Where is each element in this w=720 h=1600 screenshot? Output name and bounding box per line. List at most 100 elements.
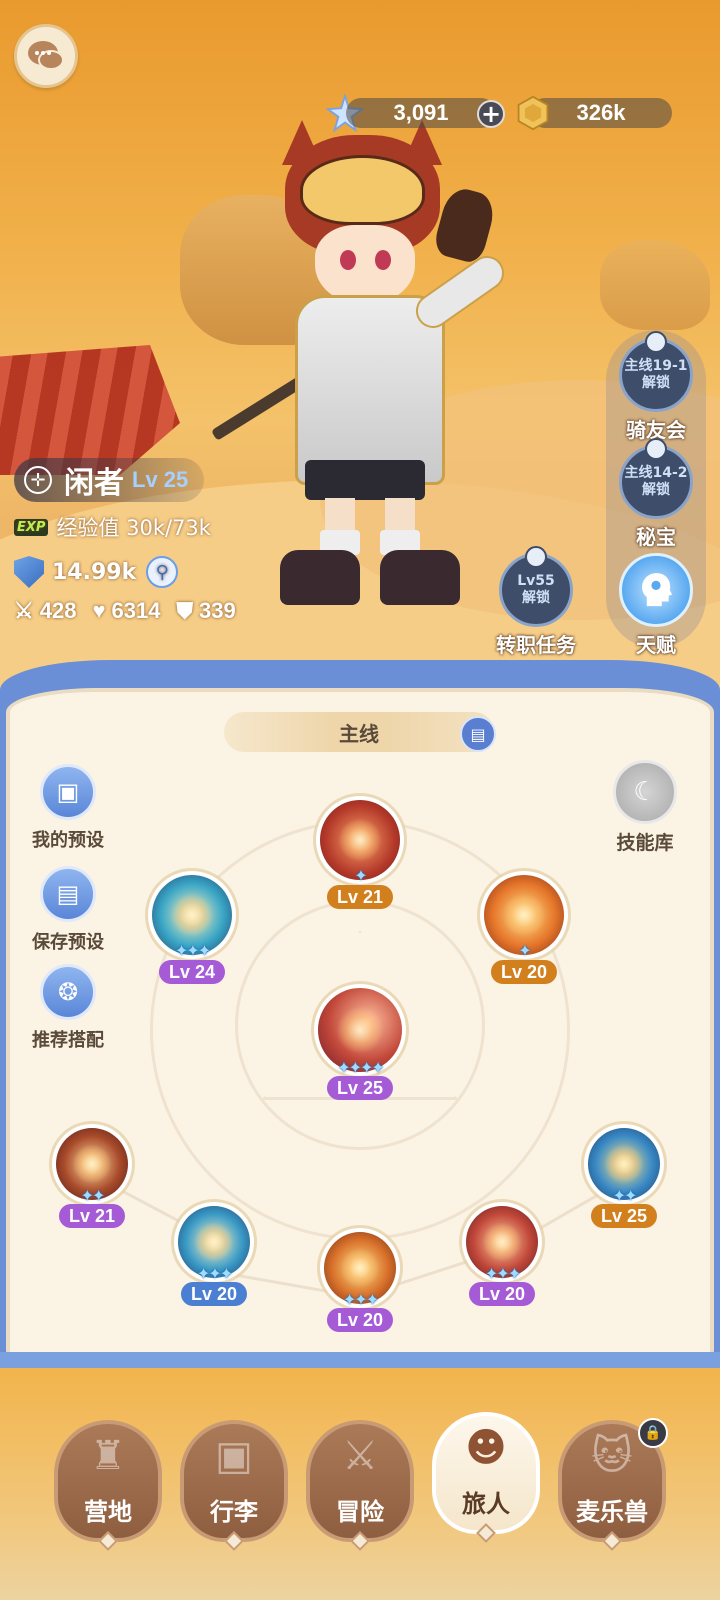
nav-pets-label: 麦乐兽 — [576, 1498, 648, 1526]
cards-icon: ▣ — [40, 764, 96, 820]
skill-slot-upper-left[interactable]: ✦✦✦ Lv 24 — [146, 875, 238, 984]
hp-value: 6314 — [111, 598, 161, 623]
recommended-build-button[interactable]: ❂ 推荐搭配 — [22, 964, 114, 1052]
crosshair-icon: ✛ — [24, 466, 52, 494]
chat-button[interactable] — [14, 24, 78, 88]
skill-level: Lv 21 — [326, 885, 394, 909]
tab-main-line-label: 主线 — [339, 721, 379, 746]
gems-value: 3,091 — [393, 100, 449, 125]
nav-traveler-label: 旅人 — [462, 1490, 510, 1518]
skill-stars: ✦✦ — [80, 1186, 106, 1205]
save-disk-icon: ▤ — [40, 866, 96, 922]
skill-slot-bottom-1[interactable]: ✦✦✦ Lv 20 — [172, 1206, 256, 1306]
skill-library-label: 技能库 — [616, 832, 674, 854]
skill-book-icon[interactable]: ▤ — [460, 716, 496, 752]
power-details-search-button[interactable]: ⚲ — [146, 556, 179, 588]
skill-level: Lv 20 — [490, 960, 558, 984]
player-name: 闲者 — [64, 466, 124, 501]
combat-power-value: 14.99k — [52, 559, 137, 585]
nav-luggage[interactable]: ▣ 行李 — [180, 1420, 288, 1551]
add-gems-button[interactable]: + — [477, 100, 505, 128]
skill-stars: ✦ — [518, 941, 531, 960]
gold-value: 326k — [576, 100, 626, 125]
unlock-text: 解锁 — [642, 482, 670, 498]
my-presets-label: 我的预设 — [32, 830, 104, 851]
lock-icon — [645, 438, 667, 460]
player-name-plate[interactable]: ✛ 闲者 Lv 25 — [14, 458, 204, 502]
unlock-requirement: 主线19-1 — [624, 358, 688, 375]
attack-value: 428 — [39, 598, 77, 623]
chat-bubbles-icon — [28, 41, 64, 70]
shield-icon: ⛊ — [176, 598, 193, 623]
defense-value: 339 — [198, 598, 236, 623]
nav-pets[interactable]: 🐱 麦乐兽 🔒 — [558, 1418, 668, 1551]
unlock-text: 解锁 — [522, 590, 550, 606]
skill-slot-bottom-2[interactable]: ✦✦✦ Lv 20 — [318, 1232, 402, 1332]
tent-decoration — [0, 345, 180, 475]
skill-level: Lv 20 — [180, 1282, 248, 1306]
lock-badge: Lv55 解锁 — [499, 546, 573, 627]
save-preset-button[interactable]: ▤ 保存预设 — [22, 866, 114, 954]
my-presets-button[interactable]: ▣ 我的预设 — [22, 764, 114, 852]
job-change-label: 转职任务 — [496, 633, 576, 657]
skill-slot-lower-right[interactable]: ✦✦ Lv 25 — [582, 1128, 666, 1228]
treasure-button[interactable]: 主线14-2 解锁 秘宝 — [606, 438, 706, 550]
talent-button[interactable]: 天赋 — [606, 553, 706, 658]
skill-stars: ✦✦✦ — [174, 941, 211, 960]
gold-coin-icon — [514, 94, 552, 132]
exp-text: 经验值 30k/73k — [56, 516, 211, 540]
recommend-icon: ❂ — [40, 964, 96, 1020]
skill-level: Lv 24 — [158, 960, 226, 984]
skill-level: Lv 25 — [326, 1076, 394, 1100]
traveler-icon: ☻ — [465, 1425, 507, 1471]
skill-stars: ✦✦✦ — [342, 1290, 379, 1309]
skill-stars: ✦✦✦ — [196, 1264, 233, 1283]
skill-slot-bottom-3[interactable]: ✦✦✦ Lv 20 — [460, 1206, 544, 1306]
skill-slot-upper-right[interactable]: ✦ Lv 20 — [478, 875, 570, 984]
treasure-label: 秘宝 — [636, 525, 676, 549]
skill-board-bottom-edge — [0, 1352, 720, 1368]
gems-counter: 3,091 — [346, 98, 496, 128]
unlock-requirement: Lv55 — [517, 573, 555, 590]
moon-star-icon: ☾ — [613, 760, 677, 824]
job-change-quest-button[interactable]: Lv55 解锁 转职任务 — [486, 546, 586, 658]
skill-slot-center[interactable]: ✦✦✦✦ Lv 25 — [312, 988, 408, 1100]
nav-adventure-label: 冒险 — [336, 1498, 384, 1526]
skill-library-button[interactable]: ☾ 技能库 — [600, 760, 690, 855]
unlock-text: 解锁 — [642, 375, 670, 391]
player-character[interactable] — [270, 120, 511, 640]
skill-slot-top[interactable]: ✦ Lv 21 — [314, 800, 406, 909]
lock-badge: 主线14-2 解锁 — [619, 438, 693, 519]
skill-level: Lv 20 — [326, 1308, 394, 1332]
stats-row: ⚔ 428 ♥ 6314 ⛊ 339 — [14, 598, 252, 624]
talent-label: 天赋 — [636, 633, 676, 657]
nav-luggage-label: 行李 — [210, 1498, 258, 1526]
heart-icon: ♥ — [92, 598, 106, 623]
recommended-build-label: 推荐搭配 — [32, 1030, 104, 1051]
castle-icon: ♜ — [90, 1433, 126, 1479]
skill-stars: ✦ — [354, 866, 367, 885]
lock-icon — [525, 546, 547, 568]
crossed-swords-icon: ⚔ — [342, 1433, 378, 1479]
skill-stars: ✦✦ — [612, 1186, 638, 1205]
combat-power-row: 14.99k ⚲ — [14, 556, 179, 588]
exp-icon: EXP — [14, 518, 49, 536]
head-gear-icon — [619, 553, 693, 627]
skill-level: Lv 21 — [58, 1204, 126, 1228]
lock-badge: 主线19-1 解锁 — [619, 331, 693, 412]
tab-main-line[interactable]: 主线 — [224, 712, 494, 752]
nav-adventure[interactable]: ⚔ 冒险 — [306, 1420, 414, 1551]
skill-slot-lower-left[interactable]: ✦✦ Lv 21 — [50, 1128, 134, 1228]
unlock-requirement: 主线14-2 — [624, 465, 688, 482]
combat-power-shield-icon — [14, 556, 44, 588]
lock-icon — [645, 331, 667, 353]
save-preset-label: 保存预设 — [32, 932, 104, 953]
riders-club-button[interactable]: 主线19-1 解锁 骑友会 — [606, 331, 706, 443]
exp-row: EXP 经验值 30k/73k — [14, 512, 211, 542]
skill-stars: ✦✦✦ — [484, 1264, 521, 1283]
skill-level: Lv 25 — [590, 1204, 658, 1228]
nav-camp[interactable]: ♜ 营地 — [54, 1420, 162, 1551]
nav-traveler[interactable]: ☻ 旅人 — [432, 1412, 540, 1543]
backpack-icon: ▣ — [215, 1433, 253, 1479]
skill-stars: ✦✦✦✦ — [337, 1058, 385, 1077]
